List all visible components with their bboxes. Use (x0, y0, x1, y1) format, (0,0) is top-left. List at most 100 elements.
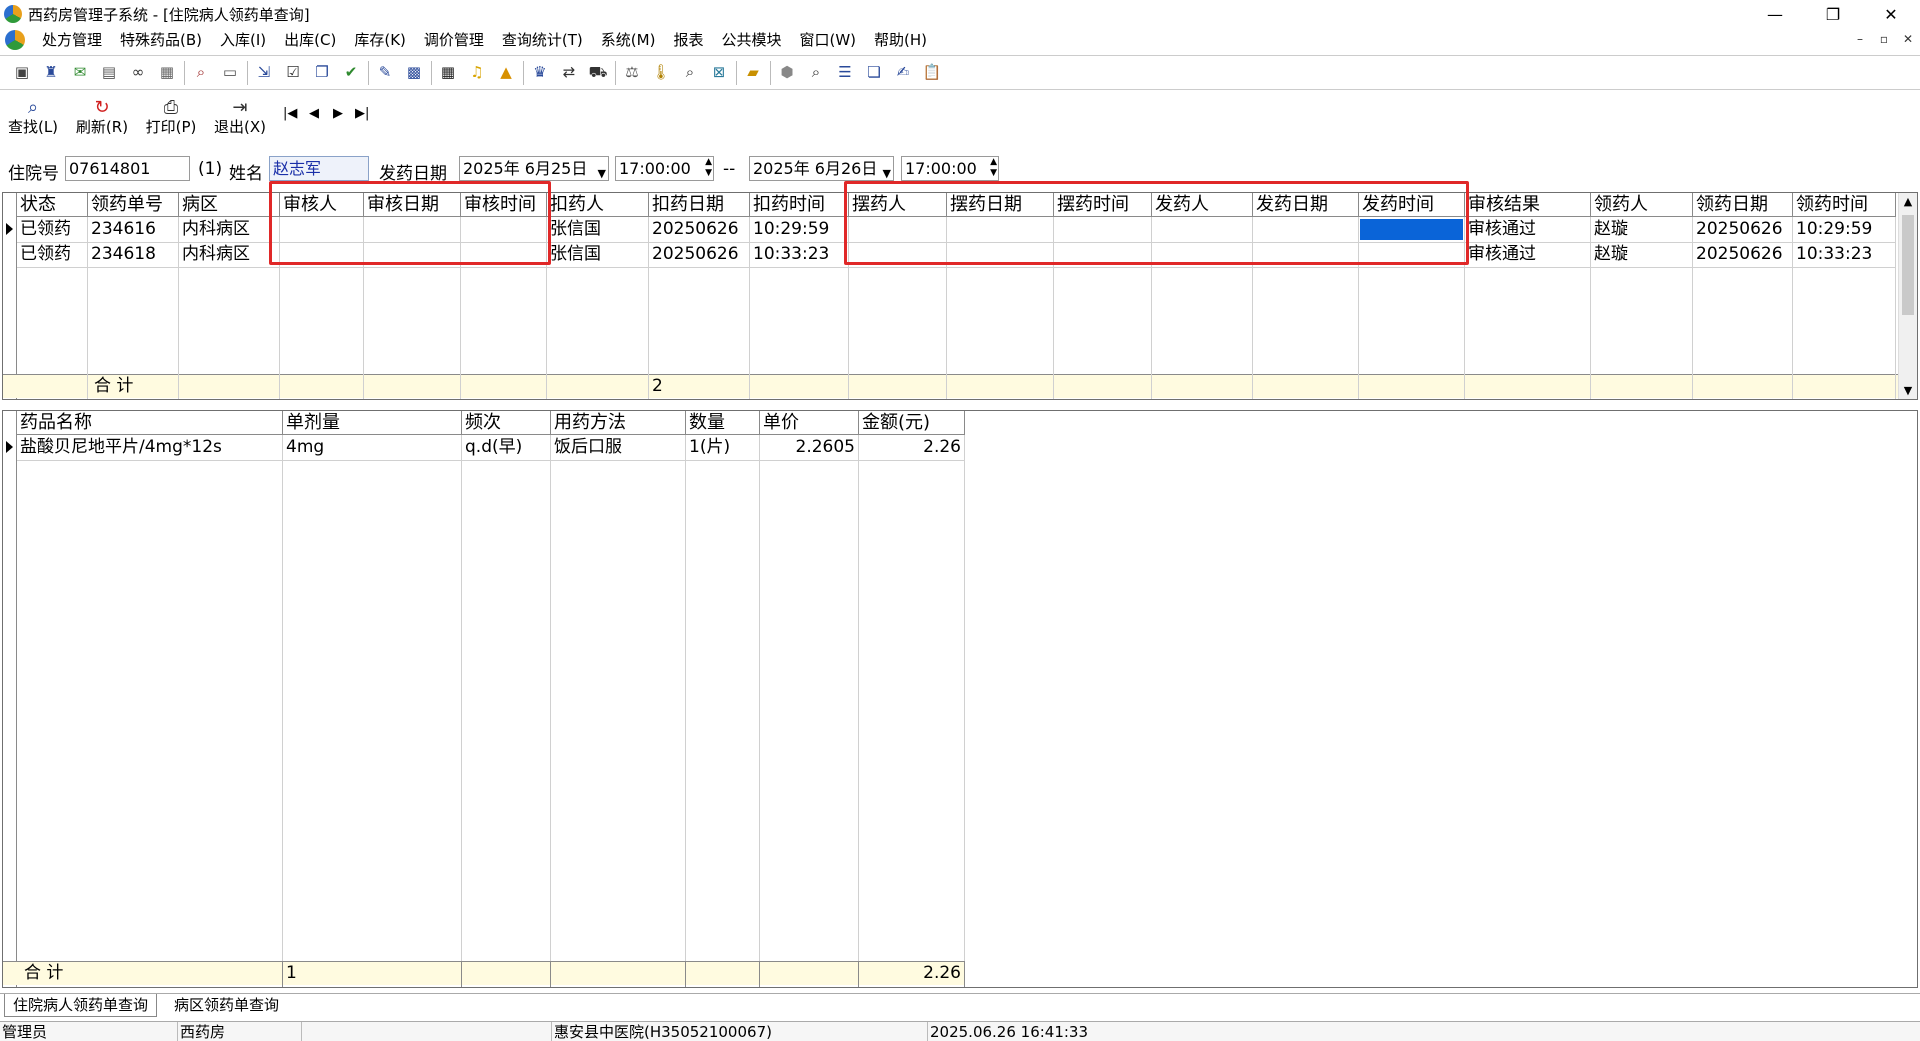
copy-icon[interactable]: ❐ (312, 63, 332, 83)
refresh-button[interactable]: ↻ 刷新(R) (71, 98, 133, 137)
date-from-picker[interactable]: 2025年 6月25日 ▼ (459, 156, 609, 181)
restore-button[interactable]: ❐ (1804, 0, 1862, 28)
cell-ward[interactable]: 内科病区 (179, 217, 280, 242)
menu-price-adjust[interactable]: 调价管理 (415, 28, 493, 52)
export-icon[interactable]: ⇲ (254, 63, 274, 83)
prescription-icon[interactable]: ▣ (12, 63, 32, 83)
print-button[interactable]: ⎙ 打印(P) (140, 98, 202, 137)
col-header-dispense-date[interactable]: 发药日期 (1253, 193, 1359, 217)
sign-icon[interactable]: ✍ (893, 63, 913, 83)
col-header-audit-date[interactable]: 审核日期 (364, 193, 461, 217)
scroll-up-icon[interactable]: ▲ (1899, 195, 1917, 208)
col-header-audit-time[interactable]: 审核时间 (461, 193, 547, 217)
col-header-auditor[interactable]: 审核人 (280, 193, 364, 217)
col-header-pick-person[interactable]: 摆药人 (849, 193, 947, 217)
drug-detail-grid[interactable]: 药品名称 单剂量 频次 用药方法 数量 单价 金额(元) 盐酸贝尼地平片/4mg*12s 4m… (2, 410, 1918, 988)
cell-ward[interactable]: 内科病区 (179, 242, 280, 267)
patient-name-input[interactable]: 赵志军 (269, 156, 369, 181)
cell-audit-result[interactable]: 审核通过 (1465, 217, 1591, 242)
cell-deduct-date[interactable]: 20250626 (649, 217, 750, 242)
top-grid-scrollbar[interactable]: ▲ ▼ (1898, 193, 1917, 399)
col-header-deduct-date[interactable]: 扣药日期 (649, 193, 750, 217)
dispense-orders-grid[interactable]: 状态 领药单号 病区 审核人 审核日期 审核时间 扣药人 扣药日期 扣药时间 摆药人 摆药日期 摆药时… (2, 181, 1918, 400)
tab-ward-dispense-query[interactable]: 病区领药单查询 (166, 994, 287, 1017)
menu-stock-in[interactable]: 入库(I) (211, 28, 275, 52)
cell-deduct-time[interactable]: 10:33:23 (750, 242, 849, 267)
col-header-unit-price[interactable]: 单价 (760, 411, 859, 435)
check-mail-icon[interactable]: ✉ (70, 63, 90, 83)
cell-deduct-person[interactable]: 张信国 (547, 217, 649, 242)
menu-window[interactable]: 窗口(W) (790, 28, 865, 52)
dropdown-arrow-icon[interactable]: ▼ (883, 162, 891, 180)
gift-icon[interactable]: ♛ (530, 63, 550, 83)
cell-deduct-person[interactable]: 张信国 (547, 242, 649, 267)
warning-icon[interactable]: ▲ (496, 63, 516, 83)
col-header-receiver[interactable]: 领药人 (1591, 193, 1693, 217)
cell-receiver[interactable]: 赵璇 (1591, 217, 1693, 242)
next-record-button[interactable]: ▶ (333, 106, 343, 121)
scroll-thumb[interactable] (1902, 215, 1914, 315)
document-icon[interactable]: ▤ (99, 63, 119, 83)
col-header-quantity[interactable]: 数量 (686, 411, 760, 435)
menu-special-drugs[interactable]: 特殊药品(B) (111, 28, 211, 52)
cell-pick-date[interactable] (947, 242, 1054, 267)
cell-drug-name[interactable]: 盐酸贝尼地平片/4mg*12s (17, 435, 283, 460)
cell-audit-date[interactable] (364, 242, 461, 267)
mdi-close-button[interactable]: ✕ (1900, 30, 1916, 48)
inpatient-no-input[interactable]: 07614801 (65, 156, 190, 181)
cell-dispense-date[interactable] (1253, 242, 1359, 267)
grid-icon[interactable]: ▦ (438, 63, 458, 83)
cell-pick-person[interactable] (849, 217, 947, 242)
clipboard-icon[interactable]: 📋 (922, 63, 942, 83)
col-header-deduct-time[interactable]: 扣药时间 (750, 193, 849, 217)
approve-icon[interactable]: ✔ (341, 63, 361, 83)
folder-icon[interactable]: ▰ (743, 63, 763, 83)
col-header-status[interactable]: 状态 (17, 193, 88, 217)
col-header-deduct-person[interactable]: 扣药人 (547, 193, 649, 217)
cell-dispenser[interactable] (1152, 242, 1253, 267)
spin-arrows-icon[interactable]: ▲ ▼ (705, 157, 712, 179)
cell-audit-date[interactable] (364, 217, 461, 242)
prev-record-button[interactable]: ◀ (309, 106, 319, 121)
col-header-frequency[interactable]: 频次 (462, 411, 551, 435)
mdi-minimize-button[interactable]: – (1852, 30, 1868, 48)
find-button[interactable]: ⌕ 查找(L) (2, 98, 64, 137)
cell-amount[interactable]: 2.26 (859, 435, 965, 460)
cell-usage[interactable]: 饭后口服 (551, 435, 686, 460)
col-header-dispenser[interactable]: 发药人 (1152, 193, 1253, 217)
menu-public-module[interactable]: 公共模块 (712, 28, 790, 52)
menu-prescription[interactable]: 处方管理 (33, 28, 111, 52)
menu-query-stats[interactable]: 查询统计(T) (493, 28, 592, 52)
spin-arrows-icon[interactable]: ▲ ▼ (990, 157, 997, 179)
menu-logo-icon[interactable] (5, 30, 25, 50)
disk-icon[interactable]: ⬢ (777, 63, 797, 83)
time-from-input[interactable]: 17:00:00 ▲ ▼ (615, 156, 714, 181)
binoculars-icon[interactable]: ∞ (128, 63, 148, 83)
cell-audit-time[interactable] (461, 242, 547, 267)
col-header-pick-date[interactable]: 摆药日期 (947, 193, 1054, 217)
col-header-amount[interactable]: 金额(元) (859, 411, 965, 435)
cell-single-dose[interactable]: 4mg (283, 435, 462, 460)
col-header-usage[interactable]: 用药方法 (551, 411, 686, 435)
first-record-button[interactable]: |◀ (283, 106, 297, 121)
cell-pick-time[interactable] (1054, 217, 1152, 242)
cell-order-no[interactable]: 234616 (88, 217, 179, 242)
cell-audit-time[interactable] (461, 217, 547, 242)
menu-inventory[interactable]: 库存(K) (345, 28, 415, 52)
cell-deduct-date[interactable]: 20250626 (649, 242, 750, 267)
col-header-drug-name[interactable]: 药品名称 (17, 411, 283, 435)
layers-icon[interactable]: ❏ (864, 63, 884, 83)
dropdown-arrow-icon[interactable]: ▼ (598, 162, 606, 180)
zoom-icon[interactable]: ⌕ (806, 63, 826, 83)
cell-receive-date[interactable]: 20250626 (1693, 217, 1793, 242)
cell-pick-person[interactable] (849, 242, 947, 267)
menu-reports[interactable]: 报表 (664, 28, 712, 52)
menu-stock-out[interactable]: 出库(C) (275, 28, 345, 52)
cell-deduct-time[interactable]: 10:29:59 (750, 217, 849, 242)
cell-auditor[interactable] (280, 217, 364, 242)
time-to-input[interactable]: 17:00:00 ▲ ▼ (901, 156, 999, 181)
col-header-receive-date[interactable]: 领药日期 (1693, 193, 1793, 217)
minimize-button[interactable]: — (1746, 0, 1804, 28)
close-button[interactable]: ✕ (1862, 0, 1920, 28)
cell-auditor[interactable] (280, 242, 364, 267)
